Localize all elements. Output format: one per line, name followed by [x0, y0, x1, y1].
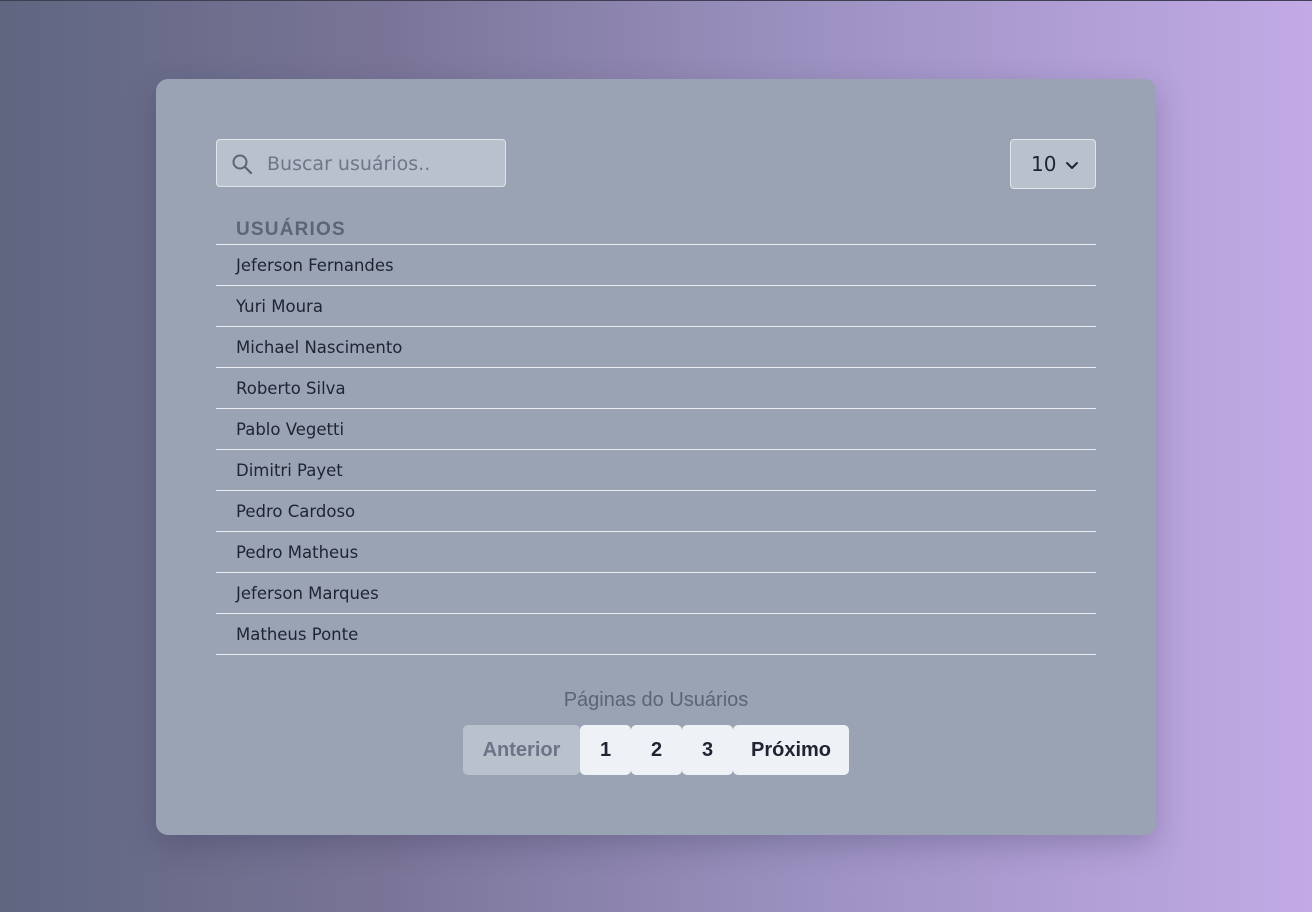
user-name: Pablo Vegetti — [236, 420, 345, 439]
user-name: Jeferson Fernandes — [236, 256, 394, 275]
page-3-button[interactable]: 3 — [682, 725, 733, 775]
per-page-value: 10 — [1031, 152, 1057, 176]
per-page-select[interactable]: 10 — [1010, 139, 1096, 189]
user-name: Jeferson Marques — [236, 584, 379, 603]
user-name: Dimitri Payet — [236, 461, 343, 480]
table-row[interactable]: Yuri Moura — [216, 286, 1096, 327]
page-1-button[interactable]: 1 — [580, 725, 631, 775]
next-page-button[interactable]: Próximo — [733, 725, 849, 775]
column-header-users: USUÁRIOS — [236, 219, 346, 240]
user-name: Michael Nascimento — [236, 338, 403, 357]
search-input[interactable] — [265, 140, 499, 188]
previous-page-button[interactable]: Anterior — [463, 725, 580, 775]
table-row[interactable]: Pedro Matheus — [216, 532, 1096, 573]
users-card: 10 USUÁRIOS Jeferson Fernandes Yuri Mour… — [156, 79, 1156, 835]
table-row[interactable]: Pedro Cardoso — [216, 491, 1096, 532]
table-row[interactable]: Dimitri Payet — [216, 450, 1096, 491]
chevron-down-icon — [1065, 158, 1079, 172]
table-row[interactable]: Matheus Ponte — [216, 614, 1096, 655]
table-row[interactable]: Michael Nascimento — [216, 327, 1096, 368]
search-box[interactable] — [216, 139, 506, 188]
user-name: Pedro Matheus — [236, 543, 359, 562]
user-name: Yuri Moura — [236, 297, 323, 316]
table-row[interactable]: Jeferson Fernandes — [216, 245, 1096, 286]
table-row[interactable]: Roberto Silva — [216, 368, 1096, 409]
users-table: USUÁRIOS Jeferson Fernandes Yuri Moura M… — [216, 217, 1096, 655]
table-row[interactable]: Jeferson Marques — [216, 573, 1096, 614]
page-2-button[interactable]: 2 — [631, 725, 682, 775]
table-row[interactable]: Pablo Vegetti — [216, 409, 1096, 450]
search-icon — [231, 153, 253, 175]
user-name: Pedro Cardoso — [236, 502, 356, 521]
pagination: Anterior 1 2 3 Próximo — [463, 725, 849, 775]
user-name: Matheus Ponte — [236, 625, 359, 644]
pagination-title: Páginas do Usuários — [563, 689, 749, 711]
table-header: USUÁRIOS — [216, 217, 1096, 245]
top-border — [0, 0, 1312, 1]
user-name: Roberto Silva — [236, 379, 346, 398]
